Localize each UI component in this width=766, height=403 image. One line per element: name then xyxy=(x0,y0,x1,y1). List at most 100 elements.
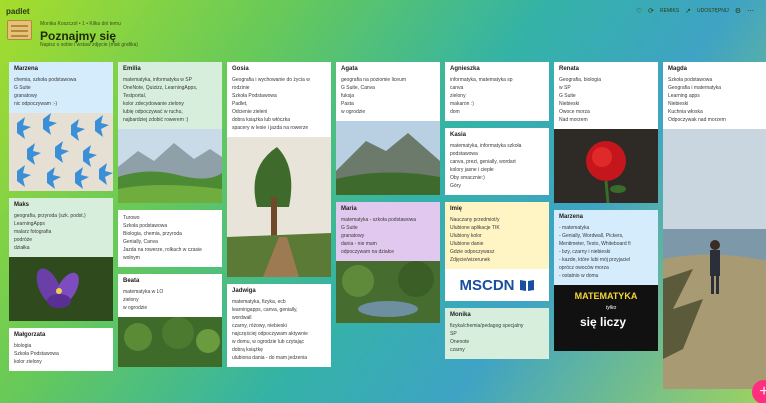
post-line: oprócz owoców morza xyxy=(559,265,609,271)
post-line: matematyka, informatyka w SP xyxy=(123,77,192,83)
post-card[interactable]: Małgorzata biologia Szkoła Podstawowa ko… xyxy=(9,328,113,371)
padlet-logo[interactable]: padlet xyxy=(6,7,30,16)
post-author: Gosia xyxy=(232,66,249,72)
post-author: Agata xyxy=(341,66,358,72)
post-line: canva xyxy=(450,85,464,91)
remix-button[interactable]: REMIKS xyxy=(660,8,679,14)
mountain-meadow-image xyxy=(118,129,222,203)
column-7: Magda Szkoła podstawowa Geografia i mate… xyxy=(663,62,766,396)
post-line: odpoczywam na działce xyxy=(341,249,395,255)
post-author: Renata xyxy=(559,66,580,72)
column-5: Agnieszka informatyka, matematyka sp can… xyxy=(445,62,549,366)
post-line: LearningApps xyxy=(14,221,45,227)
post-author: Marzena xyxy=(14,66,39,72)
share-button[interactable]: UDOSTĘPNIJ xyxy=(697,8,729,14)
page-subtitle: Napisz o sobie i wstaw zdjęcie (mak graf… xyxy=(40,42,139,48)
post-line: SP xyxy=(450,331,457,337)
post-line: podstawowa xyxy=(450,151,478,157)
gear-icon[interactable]: ⚙ xyxy=(735,7,741,15)
share-icon[interactable]: ↗ xyxy=(685,7,691,15)
post-card[interactable]: Jadwiga matematyka, fizyka, ecb learning… xyxy=(227,284,331,367)
post-line: geografia, przyroda (szk. podst.) xyxy=(14,213,86,219)
post-line: Onenote xyxy=(450,339,470,345)
mountain-image xyxy=(336,121,440,195)
post-line: najczęściej odpoczywam aktywnie xyxy=(232,331,308,337)
post-line: Nauczany przedmiot/y xyxy=(450,217,500,223)
post-line: learningapps, canva, genially, xyxy=(232,307,298,313)
post-line: Owoce morza xyxy=(559,109,590,115)
post-card[interactable]: Agnieszka informatyka, matematyka sp can… xyxy=(445,62,549,121)
post-line: dom xyxy=(450,109,460,115)
math-image-title: MATEMATYKA xyxy=(574,291,638,301)
post-line: G Suite xyxy=(14,85,31,91)
post-line: kolory jasne i ciepłe xyxy=(450,167,494,173)
post-line: Szkoła podstawowa xyxy=(668,77,713,83)
post-card[interactable]: Beata matematyka w LO zielony w ogrodzie xyxy=(118,274,222,367)
post-author: Jadwiga xyxy=(232,288,256,294)
post-author: Maria xyxy=(341,206,357,212)
remix-icon[interactable]: ⟳ xyxy=(648,7,654,15)
post-line: geografia na poziomie liceum xyxy=(341,77,407,83)
post-line: Gdzie odpoczywasz xyxy=(450,249,495,255)
math-image-slogan: się liczy xyxy=(580,315,627,329)
post-card[interactable]: Magda Szkoła podstawowa Geografia i mate… xyxy=(663,62,766,389)
post-card[interactable]: Imię Nauczany przedmiot/y Ulubione aplik… xyxy=(445,202,549,301)
post-line: fuksja xyxy=(341,93,355,99)
garden-pond-image xyxy=(336,261,440,323)
breadcrumb: Monika Koszczol • 1 • Kilka dni temu xyxy=(40,21,121,27)
column-4: Agata geografia na poziomie liceum G Sui… xyxy=(336,62,440,330)
wall-icon xyxy=(7,20,32,40)
post-line: czarny, różowy, niebieski xyxy=(232,323,287,329)
header-bar: padlet Monika Koszczol • 1 • Kilka dni t… xyxy=(0,0,766,56)
toolbar: ♡ ⟳ REMIKS ↗ UDOSTĘPNIJ ⚙ ⋯ xyxy=(636,7,754,15)
book-icon xyxy=(519,280,534,291)
post-line: Niebieski xyxy=(559,101,580,107)
post-card[interactable]: Maks geografia, przyroda (szk. podst.) L… xyxy=(9,198,113,321)
post-line: matematyka - szkoła podstawowa xyxy=(341,217,417,223)
post-line: dania - nie mam xyxy=(341,241,377,247)
heart-icon[interactable]: ♡ xyxy=(636,7,642,15)
post-author: Beata xyxy=(123,278,140,284)
post-card[interactable]: Turowo Szkoła podstawowa Biologia, chemi… xyxy=(118,210,222,267)
post-line: G Suite xyxy=(341,225,358,231)
post-line: - Genially, Wordwall, Pickers, xyxy=(559,233,624,239)
math-image-tylko: tylko xyxy=(606,305,617,311)
post-line: makaron :) xyxy=(450,101,474,107)
post-line: canva, prezi, genially, wordart xyxy=(450,159,516,165)
post-card[interactable]: Maria matematyka - szkoła podstawowa G S… xyxy=(336,202,440,323)
add-post-button[interactable]: + xyxy=(752,380,766,403)
post-line: Szkoła Podstawowa xyxy=(232,93,277,99)
post-line: Genially, Canva xyxy=(123,239,158,245)
post-line: dobrą książkę xyxy=(232,347,263,353)
more-icon[interactable]: ⋯ xyxy=(747,7,754,15)
post-author: Kasia xyxy=(450,132,467,138)
page-title: Poznajmy się xyxy=(40,29,117,43)
post-line: OneNote, Quizizz, LearningApps, xyxy=(123,85,198,91)
post-card[interactable]: Kasia matematyka, informatyka szkoła pod… xyxy=(445,128,549,195)
mscdn-logo-text: MSCDN xyxy=(459,276,515,294)
post-line: w ogrodzie xyxy=(123,305,148,311)
post-line: Geografia i matematyka xyxy=(668,85,722,91)
flower-image xyxy=(9,257,113,321)
post-card[interactable]: Agata geografia na poziomie liceum G Sui… xyxy=(336,62,440,195)
post-line: Nad morzem xyxy=(559,117,588,123)
post-card[interactable]: Gosia Geografia i wychowanie do życia w … xyxy=(227,62,331,277)
post-line: zielony xyxy=(123,297,139,303)
post-line: Testportal, xyxy=(123,93,147,99)
lakeside-person-image xyxy=(663,129,766,389)
post-line: Biologia, chemia, przyroda xyxy=(123,231,182,237)
post-line: Odpoczywak nad morzem xyxy=(668,117,726,123)
post-card[interactable]: Monika fizyka/chemia/pedagog specjalny S… xyxy=(445,308,549,359)
post-line: Jazda na rowerze, rolkach w czasie xyxy=(123,247,202,253)
post-line: kolor zdecydowanie zielony xyxy=(123,101,184,107)
post-card[interactable]: Renata Geografia, biologia w SP G Suite … xyxy=(554,62,658,203)
post-line: zielony xyxy=(450,93,466,99)
post-card[interactable]: Marzena - matematyka - Genially, Wordwal… xyxy=(554,210,658,351)
post-card[interactable]: Emilia matematyka, informatyka w SP OneN… xyxy=(118,62,222,203)
post-line: chemia, szkoła podstawowa xyxy=(14,77,77,83)
post-card[interactable]: Marzena chemia, szkoła podstawowa G Suit… xyxy=(9,62,113,191)
post-line: Oby smacznie:) xyxy=(450,175,485,181)
post-line: Ulubiony kolor xyxy=(450,233,482,239)
post-line: Mentimeter, Testo, Whiteboard fi xyxy=(559,241,631,247)
post-line: Odcienie zieleni xyxy=(232,109,268,115)
